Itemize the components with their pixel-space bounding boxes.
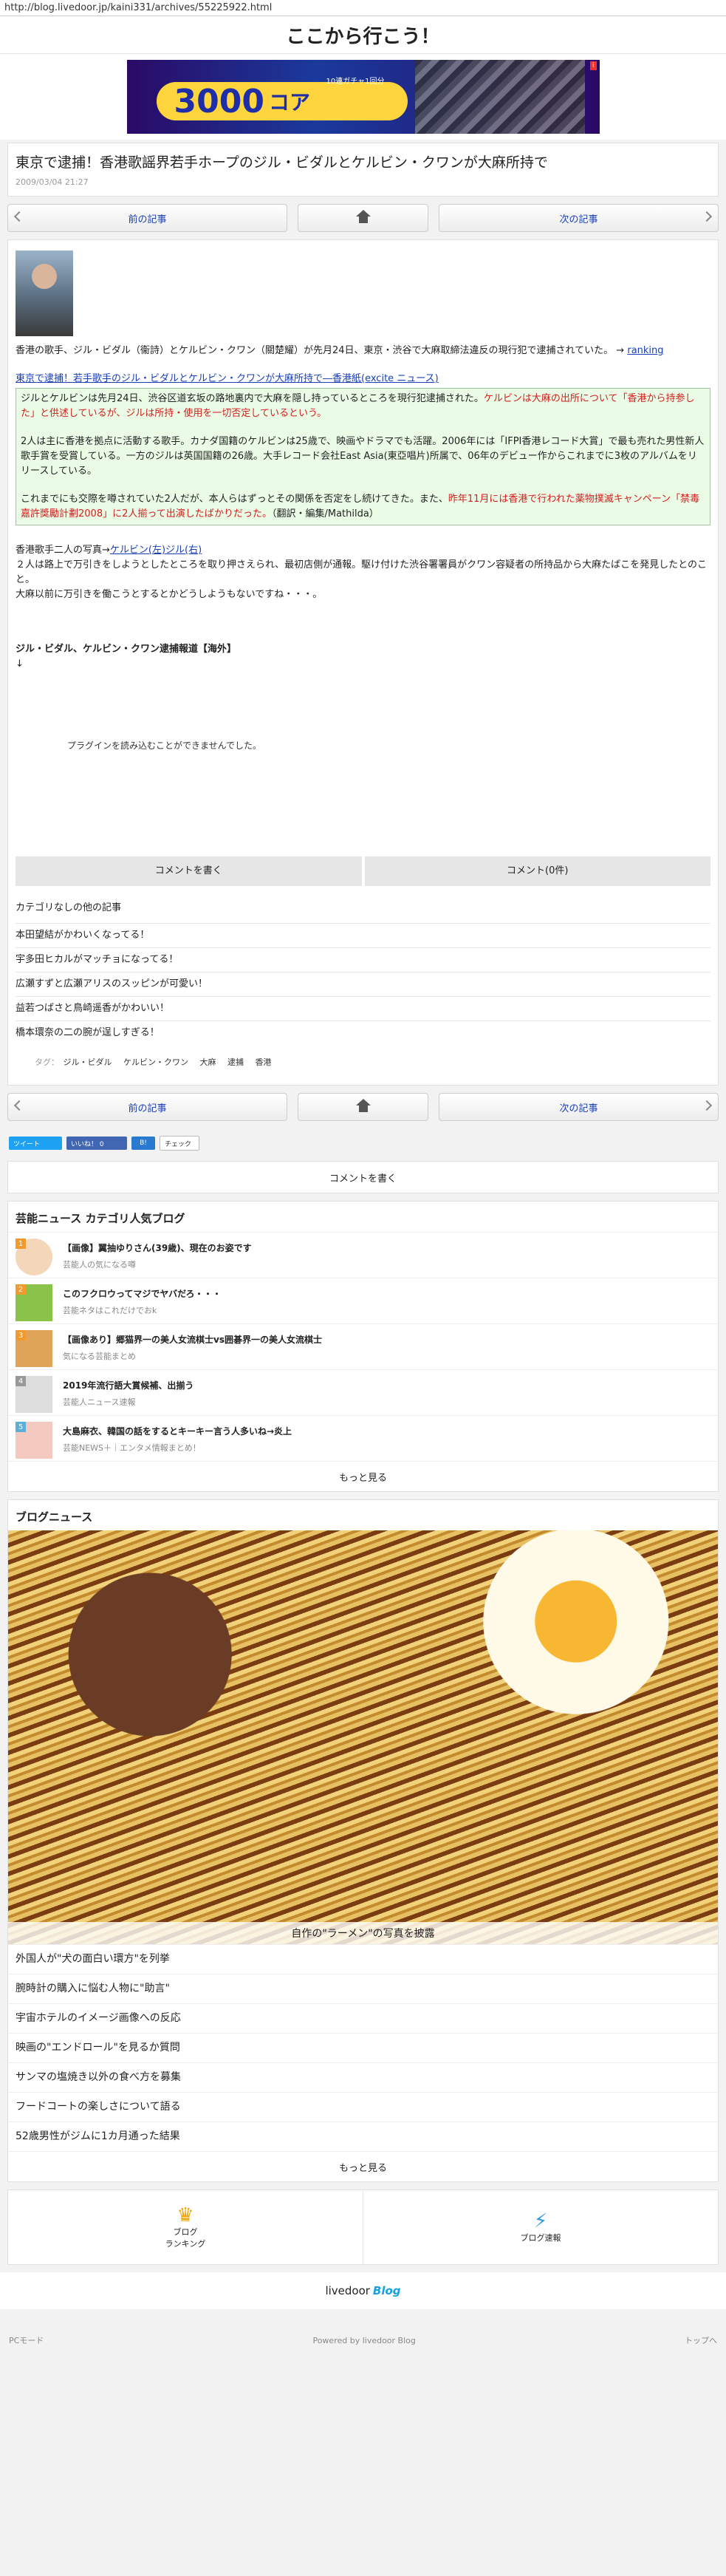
source-link[interactable]: 東京で逮捕！若手歌手のジル・ビダルとケルビン・クワンが大麻所持で―香港紙(exc… (16, 373, 439, 384)
section-title: 芸能ニュース カテゴリ人気ブログ (16, 1212, 185, 1225)
article-nav-bottom: 前の記事 次の記事 (7, 1093, 719, 1121)
list-item[interactable]: 腕時計の購入に悩む人物に"助言" (8, 1974, 718, 2003)
news-caption: 自作の"ラーメン"の写真を披露 (8, 1922, 718, 1944)
next-article-button[interactable]: 次の記事 (439, 1093, 719, 1121)
lightning-icon: ⚡ (533, 2210, 548, 2232)
article-intro: 香港の歌手、ジル・ビダル（衞詩）とケルビン・クワン（關楚耀）が先月24日、東京・… (16, 345, 664, 356)
category-list: 本田望結がかわいくなってる！ 宇多田ヒカルがマッチョになってる！ 広瀬すずと広瀬… (16, 923, 710, 1045)
blog-ranking-link[interactable]: ♛ ブログ ランキング (8, 2190, 363, 2264)
list-item[interactable]: 宇多田ヒカルがマッチョになってる！ (16, 947, 710, 972)
ad-characters-image (414, 60, 585, 134)
home-button[interactable] (298, 204, 428, 232)
news-feature-image[interactable]: 自作の"ラーメン"の写真を披露 (8, 1530, 718, 1944)
ad-note: 10連ガチャ1回分 (326, 78, 385, 86)
tag-label: タグ： (35, 1057, 59, 1067)
article-body: 香港の歌手、ジル・ビダル（衞詩）とケルビン・クワン（關楚耀）が先月24日、東京・… (7, 239, 719, 1086)
site-title[interactable]: ここから行こう！ (286, 21, 439, 49)
list-item[interactable]: 2 このフクロウってマジでヤバだろ・・・ 芸能ネタはこれだけでおk (8, 1278, 718, 1323)
comment-text-1: ２人は路上で万引きをしようとしたところを取り押さえられ、最初店側が通報。駆け付け… (16, 559, 708, 585)
list-item[interactable]: 5 大島麻衣、韓国の話をするとキーキー言う人多いね→炎上 芸能NEWS＋｜エンタメ… (8, 1415, 718, 1461)
hatena-bookmark-button[interactable]: B! (131, 1137, 155, 1150)
chevron-right-icon (701, 1100, 713, 1111)
tag-item[interactable]: 香港 (256, 1057, 272, 1067)
list-item[interactable]: 4 2019年流行語大賞候補、出揃う 芸能人ニュース速報 (8, 1369, 718, 1415)
category-title: カテゴリなしの他の記事 (16, 902, 122, 913)
prev-article-button[interactable]: 前の記事 (7, 1093, 287, 1121)
list-item[interactable]: 映画の"エンドロール"を見るか質問 (8, 2033, 718, 2062)
thumbnail: 5 (16, 1422, 52, 1459)
chevron-right-icon (701, 211, 713, 222)
list-item[interactable]: 益若つばさと鳥崎遥香がかわいい！ (16, 996, 710, 1020)
blog-express-link[interactable]: ⚡ ブログ速報 (363, 2190, 718, 2264)
facebook-like-button[interactable]: いいね！ 0 (66, 1137, 127, 1150)
home-icon (355, 1099, 371, 1112)
crown-icon: ♛ (177, 2204, 194, 2226)
ad-banner-wrap: 3000 コア 10連ガチャ1回分 i (0, 54, 726, 140)
ad-big-text: 3000 コア (156, 82, 408, 120)
tweet-button[interactable]: ツイート (9, 1137, 62, 1150)
comment-actions: コメントを書く コメント(0件) (16, 856, 710, 886)
thumbnail: 3 (16, 1330, 52, 1367)
prev-article-button[interactable]: 前の記事 (7, 204, 287, 232)
home-icon (355, 210, 371, 223)
article-photo[interactable] (16, 251, 73, 336)
list-item[interactable]: 3 【画像あり】郷猫界一の美人女流棋士vs囲碁界一の美人女流棋士 気になる芸能まと… (8, 1323, 718, 1369)
ad-info-icon[interactable]: i (589, 61, 597, 70)
ad-banner[interactable]: 3000 コア 10連ガチャ1回分 i (126, 60, 600, 134)
tag-item[interactable]: 逮捕 (227, 1057, 244, 1067)
blog-ranking-section: 芸能ニュース カテゴリ人気ブログ 1 【画像】翼抽ゆりさん(39歳)、現在のお姿… (7, 1201, 719, 1492)
address-bar[interactable]: http://blog.livedoor.jp/kaini331/archive… (0, 0, 726, 16)
photo-link-line: 香港歌手二人の写真→ケルビン(左)ジル(右) (16, 545, 202, 556)
list-item[interactable]: 本田望結がかわいくなってる！ (16, 923, 710, 947)
powered-by: Powered by livedoor Blog (312, 2335, 416, 2345)
list-item[interactable]: 1 【画像】翼抽ゆりさん(39歳)、現在のお姿です 芸能人の気になる噂 (8, 1232, 718, 1278)
more-button[interactable]: もっと見る (8, 1461, 718, 1491)
video-arrow: ↓ (16, 658, 24, 669)
section-title: ブログニュース (16, 1510, 93, 1524)
pc-mode-link[interactable]: PCモード (9, 2334, 44, 2346)
write-comment-button[interactable]: コメントを書く (7, 1161, 719, 1193)
home-button[interactable] (298, 1093, 428, 1121)
thumbnail: 4 (16, 1376, 52, 1413)
site-header: ここから行こう！ (0, 16, 726, 54)
article-title: 東京で逮捕！香港歌謡界若手ホープのジル・ビダルとケルビン・クワンが大麻所持で (16, 154, 548, 171)
list-item[interactable]: サンマの塩焼き以外の食べ方を募集 (8, 2062, 718, 2092)
write-comment-button[interactable]: コメントを書く (16, 856, 362, 886)
quoted-article: ジルとケルビンは先月24日、渋谷区道玄坂の路地裏内で大麻を隠し持っているところを… (16, 388, 710, 525)
thumbnail: 1 (16, 1238, 52, 1275)
next-article-button[interactable]: 次の記事 (439, 204, 719, 232)
tag-list: タグ： ジル・ビダル ケルビン・クワン 大麻 逮捕 香港 (16, 1045, 710, 1074)
list-item[interactable]: フードコートの楽しさについて語る (8, 2092, 718, 2122)
livedoor-blog-logo[interactable]: livedoor Blog (0, 2272, 726, 2309)
comments-count-button[interactable]: コメント(0件) (364, 856, 710, 886)
check-button[interactable]: チェック (160, 1136, 199, 1151)
bottom-bar: PCモード Powered by livedoor Blog トップへ (0, 2324, 726, 2357)
list-item[interactable]: 52歳男性がジムに1カ月通った結果 (8, 2122, 718, 2151)
thumbnail: 2 (16, 1284, 52, 1321)
list-item[interactable]: 外国人が"犬の面白い環方"を列挙 (8, 1944, 718, 1974)
list-item[interactable]: 宇宙ホテルのイメージ画像への反応 (8, 2003, 718, 2033)
article-date: 2009/03/04 21:27 (16, 177, 89, 187)
comment-text-2: 大麻以前に万引きを働こうとするとかどうしようもないですね・・・。 (16, 589, 323, 600)
footer-links: ♛ ブログ ランキング ⚡ ブログ速報 (7, 2190, 719, 2265)
chevron-left-icon (13, 211, 25, 222)
chevron-left-icon (13, 1100, 25, 1111)
video-title: ジル・ビダル、ケルビン・クワン逮捕報道【海外】 (16, 644, 237, 655)
tag-item[interactable]: ケルビン・クワン (123, 1057, 188, 1067)
article-nav-top: 前の記事 次の記事 (7, 204, 719, 232)
article-header: 東京で逮捕！香港歌謡界若手ホープのジル・ビダルとケルビン・クワンが大麻所持で 2… (7, 143, 719, 197)
share-buttons: ツイート いいね！ 0 B! チェック (9, 1136, 717, 1151)
back-to-top-link[interactable]: トップへ (685, 2334, 717, 2346)
photo-link[interactable]: ケルビン(左)ジル(右) (110, 545, 202, 556)
tag-item[interactable]: 大麻 (200, 1057, 216, 1067)
blog-news-section: ブログニュース 自作の"ラーメン"の写真を披露 外国人が"犬の面白い環方"を列挙… (7, 1499, 719, 2182)
tag-item[interactable]: ジル・ビダル (64, 1057, 112, 1067)
ranking-link[interactable]: ranking (627, 345, 663, 356)
list-item[interactable]: 橋本環奈の二の腕が逞しすぎる！ (16, 1020, 710, 1045)
plugin-error: プラグインを読み込むことができませんでした。 (67, 740, 262, 751)
list-item[interactable]: 広瀬すずと広瀬アリスのスッピンが可愛い！ (16, 972, 710, 996)
more-button[interactable]: もっと見る (8, 2151, 718, 2181)
